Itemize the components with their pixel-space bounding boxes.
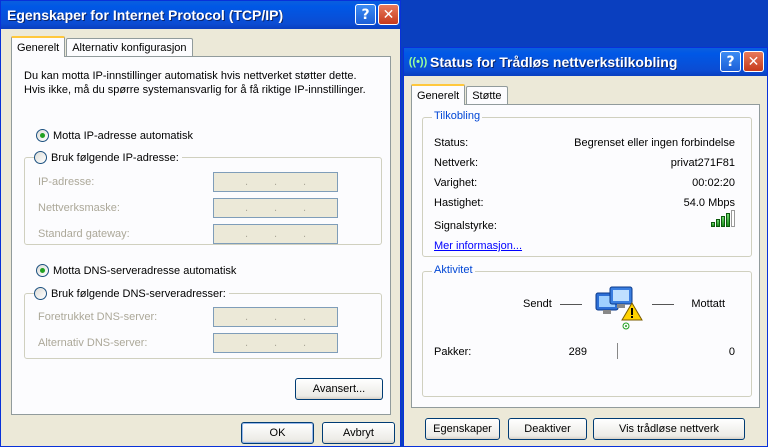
tcpip-tabs: Generelt Alternativ konfigurasjon <box>11 36 194 57</box>
tab-support[interactable]: Støtte <box>466 86 508 105</box>
subnet-mask-label: Nettverksmaske: <box>38 202 120 214</box>
packets-divider <box>617 343 618 359</box>
close-button[interactable]: ✕ <box>378 4 399 25</box>
status-general-panel: Tilkobling Status: Begrenset eller ingen… <box>411 104 760 408</box>
status-tabs: Generelt Støtte <box>411 84 509 105</box>
ok-button[interactable]: OK <box>241 422 314 444</box>
wireless-icon: ((•)) <box>408 56 428 68</box>
tab-general[interactable]: Generelt <box>11 36 66 57</box>
activity-section-label: Aktivitet <box>432 264 475 276</box>
ip-manual-radio[interactable]: Bruk følgende IP-adresse: <box>34 151 182 164</box>
cancel-button[interactable]: Avbryt <box>322 422 395 444</box>
signal-strength-icon <box>711 210 735 227</box>
packets-label: Pakker: <box>434 346 472 358</box>
help-icon: ? <box>361 6 370 23</box>
speed-label: Hastighet: <box>434 197 484 209</box>
ip-manual-label: Bruk følgende IP-adresse: <box>51 151 179 164</box>
tcpip-properties-window: Egenskaper for Internet Protocol (TCP/IP… <box>0 0 401 447</box>
packets-sent-value: 289 <box>568 346 587 358</box>
sent-line <box>560 304 582 305</box>
packets-received-value: 0 <box>728 346 735 358</box>
more-info-link[interactable]: Mer informasjon... <box>434 240 522 252</box>
ip-auto-label: Motta IP-adresse automatisk <box>53 129 194 142</box>
close-button[interactable]: ✕ <box>743 51 764 72</box>
sent-label: Sendt <box>523 298 552 310</box>
tab-alternate-config[interactable]: Alternativ konfigurasjon <box>66 38 193 57</box>
wireless-status-window: ((•)) Status for Trådløs nettverkstilkob… <box>403 47 768 447</box>
properties-button[interactable]: Egenskaper <box>425 418 500 440</box>
dns-auto-radio[interactable]: Motta DNS-serveradresse automatisk <box>36 264 236 277</box>
activity-group <box>422 271 752 397</box>
help-button[interactable]: ? <box>355 4 376 25</box>
radio-empty-icon <box>34 287 47 300</box>
status-value: Begrenset eller ingen forbindelse <box>574 137 735 149</box>
radio-empty-icon <box>34 151 47 164</box>
tab-general[interactable]: Generelt <box>411 84 466 105</box>
alternate-dns-label: Alternativ DNS-server: <box>38 337 148 349</box>
default-gateway-field[interactable]: ... <box>213 224 338 244</box>
window-title: Egenskaper for Internet Protocol (TCP/IP… <box>7 7 284 23</box>
network-value: privat271F81 <box>670 157 735 169</box>
close-icon: ✕ <box>747 53 760 70</box>
window-title: Status for Trådløs nettverkstilkobling <box>430 54 678 70</box>
dns-auto-label: Motta DNS-serveradresse automatisk <box>53 264 237 277</box>
advanced-button[interactable]: Avansert... <box>295 378 383 400</box>
received-line <box>652 304 674 305</box>
speed-value: 54.0 Mbps <box>683 197 735 209</box>
ip-address-field[interactable]: ... <box>213 172 338 192</box>
default-gateway-label: Standard gateway: <box>38 228 130 240</box>
ip-address-label: IP-adresse: <box>38 176 95 188</box>
radio-selected-icon <box>36 264 49 277</box>
signal-strength-label: Signalstyrke: <box>434 220 497 232</box>
tcpip-titlebar[interactable]: Egenskaper for Internet Protocol (TCP/IP… <box>1 1 400 29</box>
connection-section-label: Tilkobling <box>432 110 483 122</box>
ip-auto-radio[interactable]: Motta IP-adresse automatisk <box>36 129 193 142</box>
description-text: Du kan motta IP-innstillinger automatisk… <box>24 70 366 96</box>
network-computers-icon <box>594 285 646 331</box>
preferred-dns-label: Foretrukket DNS-server: <box>38 311 158 323</box>
help-icon: ? <box>726 53 735 70</box>
dns-manual-radio[interactable]: Bruk følgende DNS-serveradresser: <box>34 287 229 300</box>
view-wireless-networks-button[interactable]: Vis trådløse nettverk <box>593 418 745 440</box>
tcpip-general-panel: Du kan motta IP-innstillinger automatisk… <box>11 56 391 415</box>
alternate-dns-field[interactable]: ... <box>213 333 338 353</box>
help-button[interactable]: ? <box>720 51 741 72</box>
radio-selected-icon <box>36 129 49 142</box>
dns-manual-label: Bruk følgende DNS-serveradresser: <box>51 287 226 300</box>
received-label: Mottatt <box>691 298 725 310</box>
status-titlebar[interactable]: ((•)) Status for Trådløs nettverkstilkob… <box>404 48 767 76</box>
status-label: Status: <box>434 137 469 149</box>
duration-label: Varighet: <box>434 177 478 189</box>
network-label: Nettverk: <box>434 157 479 169</box>
duration-value: 00:02:20 <box>692 177 735 189</box>
close-icon: ✕ <box>382 6 395 23</box>
disable-button[interactable]: Deaktiver <box>508 418 587 440</box>
subnet-mask-field[interactable]: ... <box>213 198 338 218</box>
preferred-dns-field[interactable]: ... <box>213 307 338 327</box>
